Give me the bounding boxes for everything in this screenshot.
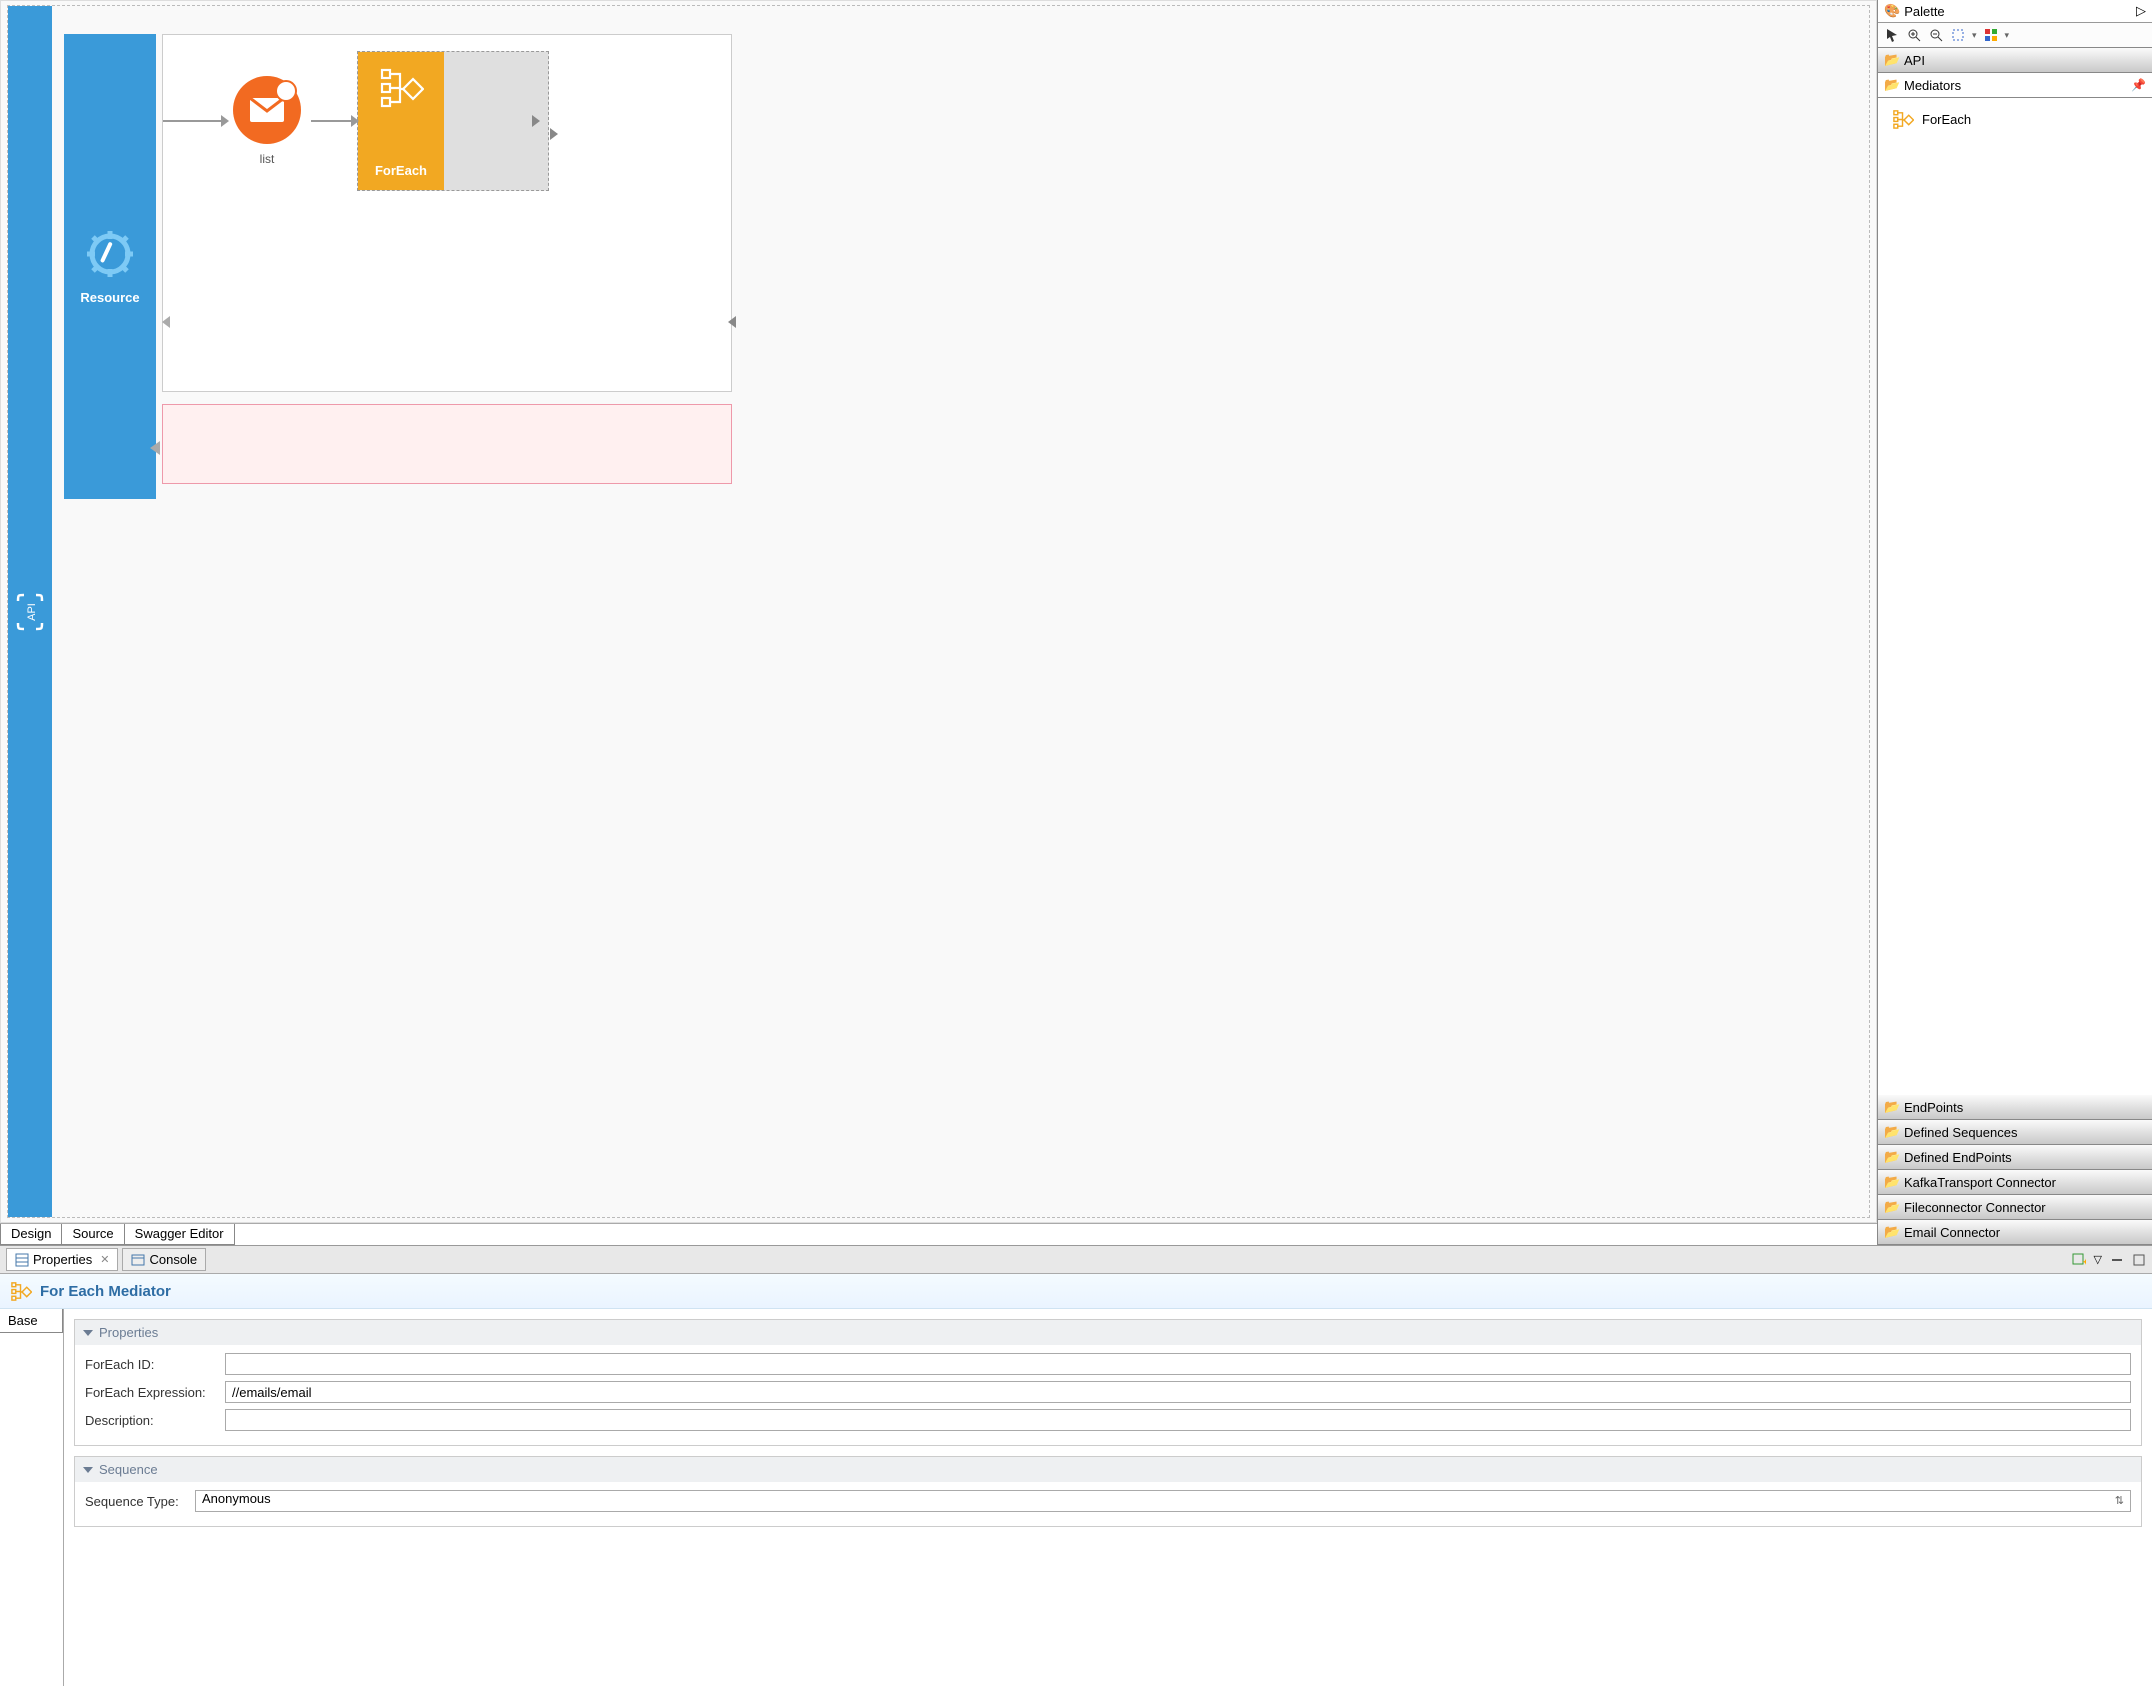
folder-icon: 📂 — [1884, 1174, 1898, 1190]
diagram-canvas[interactable]: API Resource — [7, 5, 1870, 1218]
palette-collapse-icon[interactable]: ▷ — [2136, 3, 2146, 19]
layout-tool-icon[interactable] — [1983, 27, 1999, 43]
new-view-icon[interactable]: ✦ — [2072, 1253, 2086, 1267]
svg-text:API: API — [26, 603, 38, 621]
folder-icon: 📂 — [1884, 52, 1898, 68]
marquee-tool-icon[interactable] — [1950, 27, 1966, 43]
drawer-label: EndPoints — [1904, 1100, 1963, 1115]
tab-console[interactable]: Console — [122, 1248, 206, 1271]
folder-icon: 📂 — [1884, 1124, 1898, 1140]
collapse-icon — [83, 1330, 93, 1336]
section-title: Properties — [99, 1325, 158, 1340]
drawer-label: KafkaTransport Connector — [1904, 1175, 2056, 1190]
arrow-icon — [311, 120, 353, 122]
description-label: Description: — [85, 1413, 225, 1428]
foreach-node-label: ForEach — [375, 163, 427, 178]
zoom-in-icon[interactable] — [1906, 27, 1922, 43]
description-input[interactable] — [225, 1409, 2131, 1431]
maximize-icon[interactable] — [2132, 1253, 2146, 1267]
resource-label: Resource — [80, 290, 139, 305]
dropdown-icon[interactable]: ▾ — [1972, 30, 1977, 41]
base-tab[interactable]: Base — [0, 1309, 63, 1333]
foreach-mediator-node[interactable]: ForEach — [357, 51, 549, 191]
foreach-mediator-icon — [378, 64, 424, 110]
email-connector-icon — [233, 76, 301, 144]
foreach-icon — [1892, 108, 1914, 130]
folder-icon: 📂 — [1884, 1149, 1898, 1165]
tab-properties[interactable]: Properties ✕ — [6, 1248, 118, 1271]
foreach-expression-input[interactable] — [225, 1381, 2131, 1403]
foreach-id-label: ForEach ID: — [85, 1357, 225, 1372]
section-title: Sequence — [99, 1462, 158, 1477]
palette-item-label: ForEach — [1922, 112, 1971, 127]
foreach-expression-label: ForEach Expression: — [85, 1385, 225, 1400]
tab-design[interactable]: Design — [0, 1224, 62, 1245]
dropdown-icon[interactable]: ▾ — [2005, 30, 2010, 41]
folder-icon: 📂 — [1884, 1199, 1898, 1215]
palette-icon: 🎨 — [1884, 3, 1900, 19]
drawer-label: Fileconnector Connector — [1904, 1200, 2046, 1215]
drawer-label: Defined Sequences — [1904, 1125, 2017, 1140]
arrow-icon — [163, 120, 223, 122]
mediator-title: For Each Mediator — [40, 1283, 171, 1300]
tab-source[interactable]: Source — [62, 1224, 124, 1245]
sequence-type-value: Anonymous — [202, 1491, 271, 1506]
drawer-fileconnector-connector[interactable]: 📂 Fileconnector Connector — [1878, 1195, 2152, 1220]
properties-icon — [15, 1253, 29, 1267]
close-icon[interactable]: ✕ — [100, 1253, 109, 1266]
drawer-label: Mediators — [1904, 78, 1961, 93]
drawer-label: API — [1904, 53, 1925, 68]
palette-title: Palette — [1904, 4, 2136, 19]
arrow-out-icon — [532, 115, 540, 127]
folder-open-icon: 📂 — [1884, 77, 1898, 93]
drawer-defined-endpoints[interactable]: 📂 Defined EndPoints — [1878, 1145, 2152, 1170]
drawer-label: Defined EndPoints — [1904, 1150, 2012, 1165]
fault-sequence-box[interactable] — [162, 404, 732, 484]
api-rail[interactable]: API — [8, 6, 52, 1217]
sequence-type-select[interactable]: Anonymous — [195, 1490, 2131, 1512]
drawer-endpoints[interactable]: 📂 EndPoints — [1878, 1095, 2152, 1120]
drawer-defined-sequences[interactable]: 📂 Defined Sequences — [1878, 1120, 2152, 1145]
svg-text:✦: ✦ — [2082, 1257, 2086, 1267]
foreach-mediator-icon — [10, 1280, 32, 1302]
foreach-id-input[interactable] — [225, 1353, 2131, 1375]
tab-label: Properties — [33, 1252, 92, 1267]
resource-block[interactable]: Resource — [64, 34, 156, 499]
select-tool-icon[interactable] — [1884, 27, 1900, 43]
section-sequence-header[interactable]: Sequence — [75, 1457, 2141, 1482]
folder-icon: 📂 — [1884, 1224, 1898, 1240]
zoom-out-icon[interactable] — [1928, 27, 1944, 43]
gear-icon — [85, 229, 135, 284]
drawer-email-connector[interactable]: 📂 Email Connector — [1878, 1220, 2152, 1245]
drawer-api[interactable]: 📂 API — [1878, 48, 2152, 73]
palette-panel: 🎨 Palette ▷ ▾ ▾ 📂 API 📂 Mediators 📌 — [1877, 0, 2152, 1245]
folder-icon: 📂 — [1884, 1099, 1898, 1115]
api-icon: API — [15, 591, 45, 633]
view-menu-icon[interactable]: ▽ — [2094, 1253, 2102, 1267]
arrow-icon — [728, 316, 736, 328]
palette-item-foreach[interactable]: ForEach — [1882, 104, 2148, 134]
arrow-icon — [150, 441, 160, 455]
section-properties-header[interactable]: Properties — [75, 1320, 2141, 1345]
arrow-icon — [550, 128, 558, 140]
pin-icon[interactable]: 📌 — [2131, 78, 2146, 92]
drawer-mediators[interactable]: 📂 Mediators 📌 — [1878, 73, 2152, 98]
tab-label: Console — [149, 1252, 197, 1267]
tab-swagger-editor[interactable]: Swagger Editor — [125, 1224, 235, 1245]
drawer-label: Email Connector — [1904, 1225, 2000, 1240]
sequence-type-label: Sequence Type: — [85, 1494, 195, 1509]
arrow-icon — [162, 316, 170, 328]
editor-tabs: Design Source Swagger Editor — [0, 1223, 1877, 1245]
list-connector-node[interactable]: list — [233, 76, 301, 166]
drawer-kafka-connector[interactable]: 📂 KafkaTransport Connector — [1878, 1170, 2152, 1195]
list-node-label: list — [260, 152, 275, 166]
console-icon — [131, 1253, 145, 1267]
collapse-icon — [83, 1467, 93, 1473]
minimize-icon[interactable] — [2110, 1253, 2124, 1267]
